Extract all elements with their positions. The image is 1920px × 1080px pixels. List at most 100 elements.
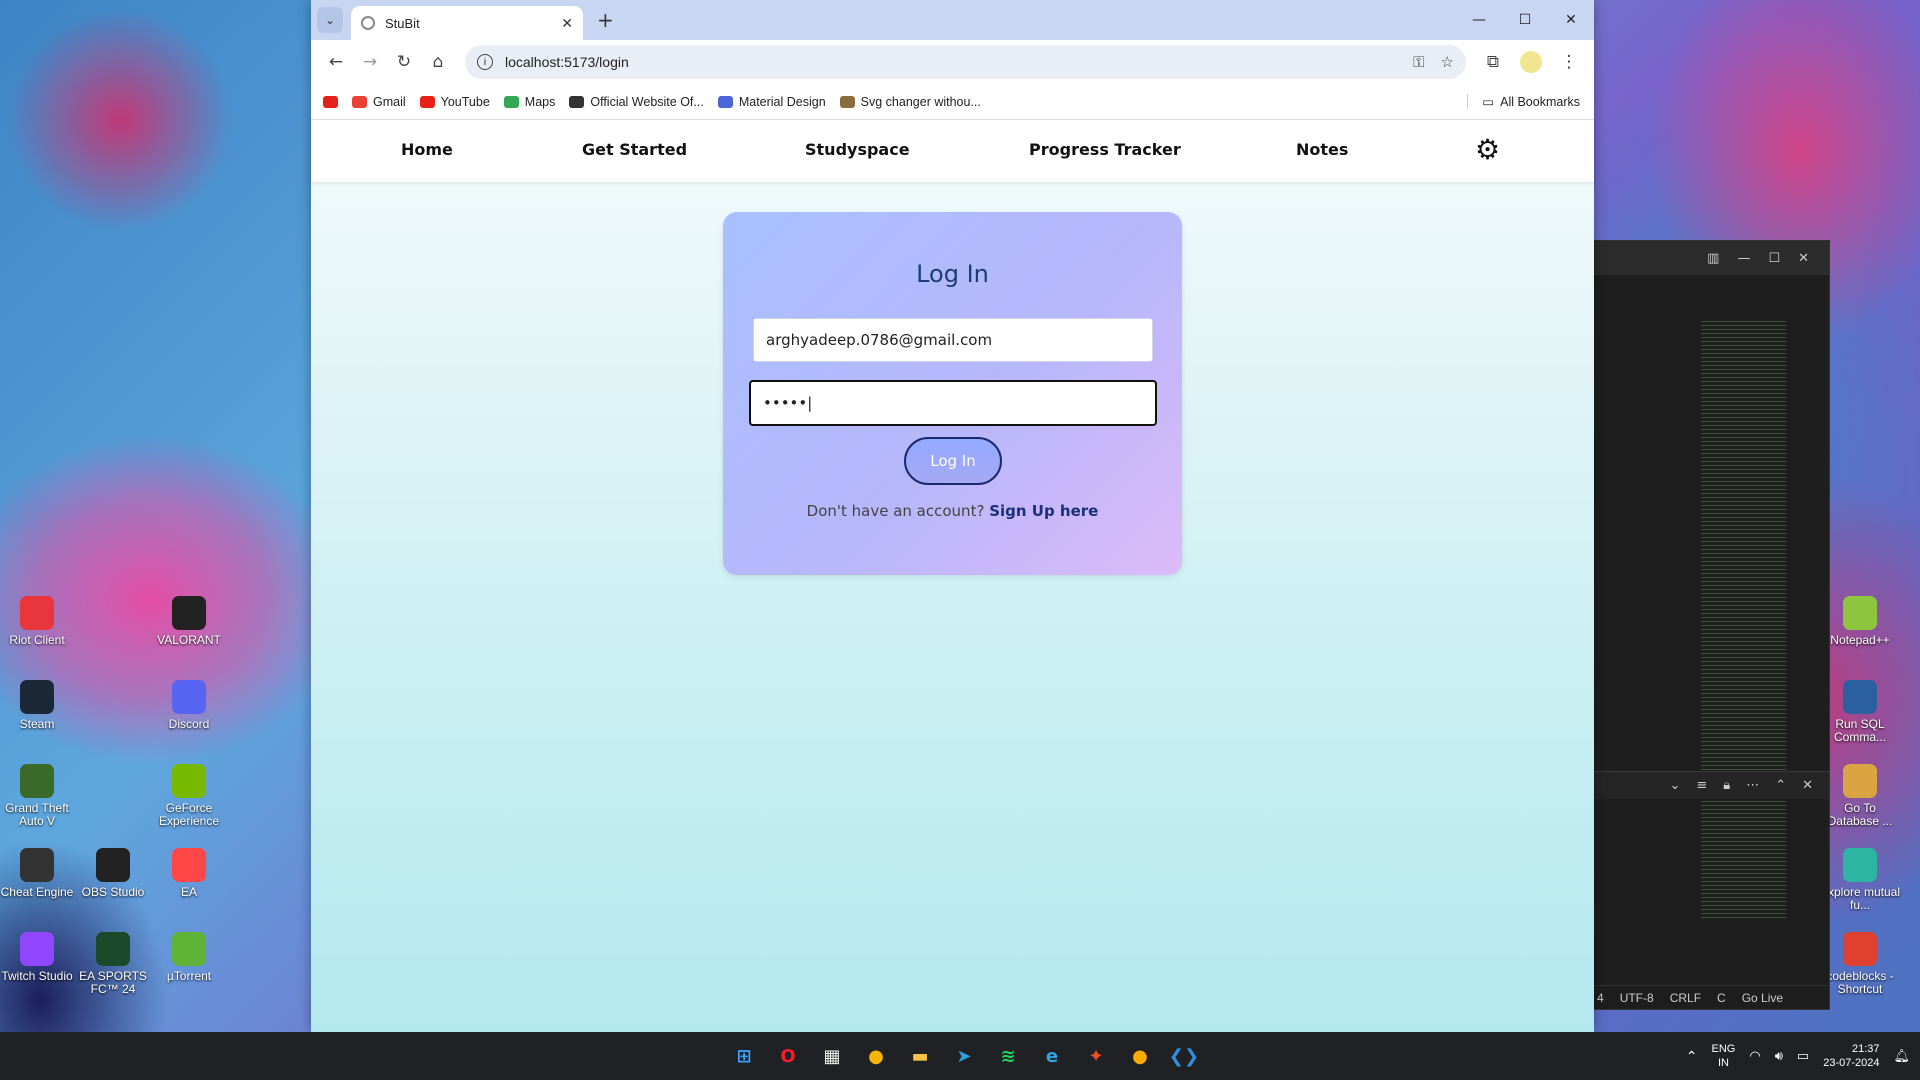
desktop-icon[interactable]: Explore mutual fu... — [1818, 848, 1902, 912]
email-field[interactable]: arghyadeep.0786@gmail.com — [753, 318, 1153, 362]
close-tab-icon[interactable]: ✕ — [561, 15, 573, 32]
nav-studyspace[interactable]: Studyspace — [805, 140, 910, 159]
site-info-icon[interactable]: i — [477, 54, 493, 70]
new-tab-button[interactable]: + — [597, 8, 614, 32]
nav-progress-tracker[interactable]: Progress Tracker — [1029, 140, 1181, 159]
lock-icon[interactable]: 🔒︎ — [1723, 778, 1730, 793]
desktop-icon[interactable]: GeForce Experience — [147, 764, 231, 828]
edge-icon[interactable]: e — [1034, 1038, 1070, 1074]
language-indicator[interactable]: ENG IN — [1712, 1042, 1736, 1070]
desktop-icon[interactable]: OBS Studio — [71, 848, 155, 899]
close-icon[interactable]: ✕ — [1798, 251, 1809, 266]
figma-icon[interactable]: ✦ — [1078, 1038, 1114, 1074]
password-field[interactable]: •••••| — [749, 380, 1157, 426]
bookmark-item[interactable]: Svg changer withou... — [839, 95, 981, 109]
active-tab[interactable]: StuBit ✕ — [351, 6, 583, 40]
status-item[interactable]: Go Live — [1742, 991, 1783, 1005]
chevron-down-icon: ⌄ — [324, 13, 336, 27]
back-button[interactable]: ← — [319, 45, 353, 79]
app-icon — [20, 848, 54, 882]
clear-icon[interactable]: ≡ — [1696, 778, 1707, 793]
bookmark-item[interactable]: Material Design — [717, 95, 826, 109]
desktop-icon[interactable]: EA — [147, 848, 231, 899]
extensions-icon[interactable]: ⧉ — [1476, 45, 1510, 79]
chrome-icon[interactable]: ● — [858, 1038, 894, 1074]
desktop-icon[interactable]: Grand Theft Auto V — [0, 764, 79, 828]
chevron-up-icon[interactable]: ⌃ — [1775, 778, 1786, 793]
taskbar: ⊞ O ▦ ● ▬ ➤ ≋ e ✦ ● ❮❯ ⌃ ENG IN ◠ 🔊︎ ▭ 21:37 23-07… — [0, 1032, 1920, 1080]
minimize-icon[interactable]: — — [1737, 251, 1750, 266]
desktop-icon-label: Steam — [19, 717, 55, 731]
bookmark-item[interactable]: Gmail — [352, 95, 406, 109]
vscode-icon[interactable]: ❮❯ — [1166, 1038, 1202, 1074]
clock[interactable]: 21:37 23-07-2024 — [1823, 1042, 1879, 1070]
desktop-icon[interactable]: Go To Database ... — [1818, 764, 1902, 828]
more-icon[interactable]: ⋯ — [1746, 778, 1759, 793]
forward-button[interactable]: → — [353, 45, 387, 79]
desktop-icon[interactable]: EA SPORTS FC™ 24 — [71, 932, 155, 996]
opera-icon[interactable]: O — [770, 1038, 806, 1074]
desktop-icon[interactable]: µTorrent — [147, 932, 231, 983]
bookmark-favicon-icon — [352, 95, 367, 108]
signup-link[interactable]: Sign Up here — [989, 502, 1098, 520]
profile-avatar[interactable] — [1520, 51, 1542, 73]
app-icon — [96, 932, 130, 966]
desktop-icon[interactable]: Riot Client — [0, 596, 79, 647]
maximize-button[interactable]: ☐ — [1502, 0, 1548, 40]
bookmark-item[interactable]: Maps — [503, 95, 555, 109]
bookmark-item[interactable]: YouTube — [419, 94, 490, 109]
chevron-up-icon[interactable]: ⌃ — [1686, 1048, 1698, 1065]
status-item[interactable]: UTF-8 — [1620, 991, 1654, 1005]
window-controls: — ☐ ✕ — [1456, 0, 1594, 40]
minimap[interactable] — [1701, 321, 1786, 921]
reload-button[interactable]: ↻ — [387, 45, 421, 79]
close-window-button[interactable]: ✕ — [1548, 0, 1594, 40]
desktop-icon[interactable]: VALORANT — [147, 596, 231, 647]
status-item[interactable]: 4 — [1597, 991, 1604, 1005]
desktop-icon[interactable]: Steam — [0, 680, 79, 731]
address-bar[interactable]: i localhost:5173/login ⚿ ☆ — [465, 45, 1466, 79]
windows-start-icon[interactable]: ⊞ — [726, 1038, 762, 1074]
maximize-icon[interactable]: ☐ — [1768, 251, 1780, 266]
bookmark-item[interactable] — [323, 95, 338, 108]
desktop-icon[interactable]: Run SQL Comma... — [1818, 680, 1902, 744]
gear-icon[interactable]: ⚙ — [1475, 136, 1500, 164]
nav-get-started[interactable]: Get Started — [582, 140, 687, 159]
home-button[interactable]: ⌂ — [421, 45, 455, 79]
minimize-button[interactable]: — — [1456, 0, 1502, 40]
layout-icon[interactable]: ▥ — [1707, 251, 1719, 266]
desktop-icon[interactable]: codeblocks - Shortcut — [1818, 932, 1902, 996]
login-button[interactable]: Log In — [904, 437, 1002, 485]
app-icon — [1843, 764, 1877, 798]
nav-home[interactable]: Home — [401, 140, 453, 159]
file-explorer-icon[interactable]: ▬ — [902, 1038, 938, 1074]
all-bookmarks-button[interactable]: ▭ All Bookmarks — [1467, 94, 1580, 109]
nav-notes[interactable]: Notes — [1296, 140, 1348, 159]
tab-search-button[interactable]: ⌄ — [317, 7, 343, 33]
chevron-down-icon[interactable]: ⌄ — [1669, 778, 1680, 793]
close-panel-icon[interactable]: ✕ — [1802, 778, 1813, 793]
desktop-icon[interactable]: Twitch Studio — [0, 932, 79, 983]
desktop-icon-label: OBS Studio — [81, 885, 145, 899]
taskbar-apps: ⊞ O ▦ ● ▬ ➤ ≋ e ✦ ● ❮❯ — [726, 1038, 1202, 1074]
status-item[interactable]: C — [1717, 991, 1726, 1005]
desktop-icon[interactable]: Cheat Engine — [0, 848, 79, 899]
wifi-icon[interactable]: ◠ — [1749, 1048, 1760, 1064]
volume-icon[interactable]: 🔊︎ — [1775, 1048, 1783, 1064]
desktop-icon-label: Cheat Engine — [0, 885, 74, 899]
battery-icon[interactable]: ▭ — [1797, 1048, 1809, 1064]
bookmark-star-icon[interactable]: ☆ — [1441, 53, 1454, 71]
bookmark-label: YouTube — [440, 94, 490, 109]
store-icon[interactable]: ▦ — [814, 1038, 850, 1074]
menu-icon[interactable]: ⋮ — [1552, 45, 1586, 79]
notification-bell-icon[interactable]: 🔔︎ — [1893, 1048, 1910, 1064]
url-text: localhost:5173/login — [505, 54, 629, 70]
bookmark-item[interactable]: Official Website Of... — [569, 95, 704, 109]
status-item[interactable]: CRLF — [1670, 991, 1701, 1005]
desktop-icon[interactable]: Notepad++ — [1818, 596, 1902, 647]
desktop-icon[interactable]: Discord — [147, 680, 231, 731]
chrome-canary-icon[interactable]: ● — [1122, 1038, 1158, 1074]
password-key-icon[interactable]: ⚿ — [1413, 54, 1424, 71]
spotify-icon[interactable]: ≋ — [990, 1038, 1026, 1074]
telegram-icon[interactable]: ➤ — [946, 1038, 982, 1074]
